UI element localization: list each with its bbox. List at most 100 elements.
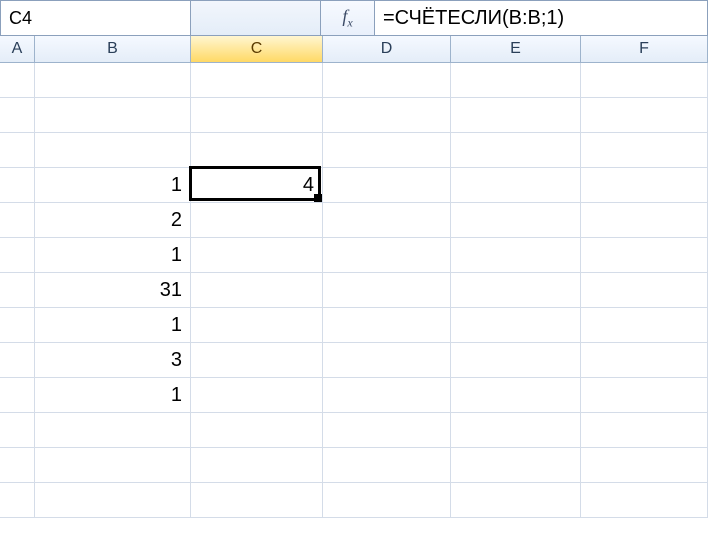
- column-header-C[interactable]: C: [191, 36, 323, 62]
- column-header-D[interactable]: D: [323, 36, 451, 62]
- spreadsheet-grid[interactable]: 142131131: [0, 63, 708, 518]
- cell-C7[interactable]: [191, 273, 323, 308]
- column-header-E[interactable]: E: [451, 36, 581, 62]
- cell-A8[interactable]: [0, 308, 35, 343]
- cell-A5[interactable]: [0, 203, 35, 238]
- cell-F11[interactable]: [581, 413, 708, 448]
- cell-B4[interactable]: 1: [35, 168, 191, 203]
- column-header-F[interactable]: F: [581, 36, 708, 62]
- cell-B7[interactable]: 31: [35, 273, 191, 308]
- cell-C2[interactable]: [191, 98, 323, 133]
- cell-B5[interactable]: 2: [35, 203, 191, 238]
- column-headers: A B C D E F: [0, 36, 708, 63]
- cell-A13[interactable]: [0, 483, 35, 518]
- cell-F13[interactable]: [581, 483, 708, 518]
- grid-row: 31: [0, 273, 708, 308]
- cell-D10[interactable]: [323, 378, 451, 413]
- cell-E12[interactable]: [451, 448, 581, 483]
- grid-row: [0, 63, 708, 98]
- cell-B10[interactable]: 1: [35, 378, 191, 413]
- cell-C4[interactable]: 4: [191, 168, 323, 203]
- grid-row: [0, 483, 708, 518]
- cell-B9[interactable]: 3: [35, 343, 191, 378]
- insert-function-button[interactable]: fx: [321, 1, 375, 35]
- cell-A4[interactable]: [0, 168, 35, 203]
- cell-C9[interactable]: [191, 343, 323, 378]
- cell-D3[interactable]: [323, 133, 451, 168]
- cell-A11[interactable]: [0, 413, 35, 448]
- cell-F8[interactable]: [581, 308, 708, 343]
- cell-D9[interactable]: [323, 343, 451, 378]
- cell-C1[interactable]: [191, 63, 323, 98]
- cell-F2[interactable]: [581, 98, 708, 133]
- grid-row: 1: [0, 308, 708, 343]
- cell-E11[interactable]: [451, 413, 581, 448]
- cell-A6[interactable]: [0, 238, 35, 273]
- cell-E7[interactable]: [451, 273, 581, 308]
- cell-A12[interactable]: [0, 448, 35, 483]
- cell-B3[interactable]: [35, 133, 191, 168]
- grid-row: 1: [0, 238, 708, 273]
- cell-A9[interactable]: [0, 343, 35, 378]
- cell-D5[interactable]: [323, 203, 451, 238]
- grid-row: 14: [0, 168, 708, 203]
- cell-E4[interactable]: [451, 168, 581, 203]
- cell-D4[interactable]: [323, 168, 451, 203]
- column-header-A[interactable]: A: [0, 36, 35, 62]
- cell-C6[interactable]: [191, 238, 323, 273]
- cell-F5[interactable]: [581, 203, 708, 238]
- cell-A3[interactable]: [0, 133, 35, 168]
- cell-F12[interactable]: [581, 448, 708, 483]
- cell-C13[interactable]: [191, 483, 323, 518]
- grid-row: [0, 413, 708, 448]
- cell-A1[interactable]: [0, 63, 35, 98]
- cell-D1[interactable]: [323, 63, 451, 98]
- cell-D7[interactable]: [323, 273, 451, 308]
- cell-D2[interactable]: [323, 98, 451, 133]
- cell-D12[interactable]: [323, 448, 451, 483]
- cell-F7[interactable]: [581, 273, 708, 308]
- cell-B8[interactable]: 1: [35, 308, 191, 343]
- column-header-B[interactable]: B: [35, 36, 191, 62]
- cell-B1[interactable]: [35, 63, 191, 98]
- cell-E6[interactable]: [451, 238, 581, 273]
- cell-F4[interactable]: [581, 168, 708, 203]
- cell-F10[interactable]: [581, 378, 708, 413]
- cell-B11[interactable]: [35, 413, 191, 448]
- cell-D6[interactable]: [323, 238, 451, 273]
- cell-D8[interactable]: [323, 308, 451, 343]
- cell-F9[interactable]: [581, 343, 708, 378]
- cell-E8[interactable]: [451, 308, 581, 343]
- grid-row: 3: [0, 343, 708, 378]
- cell-D13[interactable]: [323, 483, 451, 518]
- formula-bar-spacer: [191, 1, 321, 35]
- cell-B6[interactable]: 1: [35, 238, 191, 273]
- cell-F3[interactable]: [581, 133, 708, 168]
- cell-C10[interactable]: [191, 378, 323, 413]
- cell-C11[interactable]: [191, 413, 323, 448]
- cell-A2[interactable]: [0, 98, 35, 133]
- grid-row: [0, 448, 708, 483]
- cell-B13[interactable]: [35, 483, 191, 518]
- cell-D11[interactable]: [323, 413, 451, 448]
- cell-E1[interactable]: [451, 63, 581, 98]
- cell-B12[interactable]: [35, 448, 191, 483]
- cell-B2[interactable]: [35, 98, 191, 133]
- cell-A10[interactable]: [0, 378, 35, 413]
- formula-bar: fx: [0, 0, 708, 36]
- cell-C12[interactable]: [191, 448, 323, 483]
- cell-F6[interactable]: [581, 238, 708, 273]
- cell-E2[interactable]: [451, 98, 581, 133]
- cell-E9[interactable]: [451, 343, 581, 378]
- cell-E5[interactable]: [451, 203, 581, 238]
- cell-A7[interactable]: [0, 273, 35, 308]
- cell-E13[interactable]: [451, 483, 581, 518]
- cell-E10[interactable]: [451, 378, 581, 413]
- cell-F1[interactable]: [581, 63, 708, 98]
- cell-C3[interactable]: [191, 133, 323, 168]
- formula-input[interactable]: [375, 1, 707, 35]
- cell-E3[interactable]: [451, 133, 581, 168]
- cell-C5[interactable]: [191, 203, 323, 238]
- cell-C8[interactable]: [191, 308, 323, 343]
- grid-row: [0, 98, 708, 133]
